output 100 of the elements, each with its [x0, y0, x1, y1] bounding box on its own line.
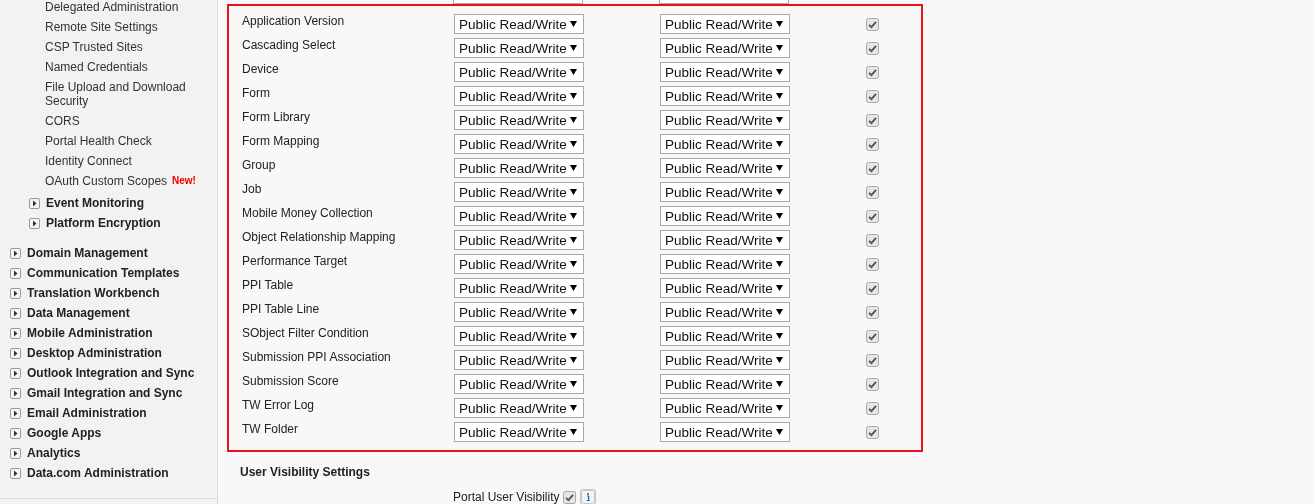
access-select[interactable]: Public Read/Write [660, 110, 790, 130]
expand-icon[interactable] [10, 447, 21, 459]
sidebar-group[interactable]: Desktop Administration [27, 346, 162, 360]
access-select[interactable]: Public Read/Write [660, 326, 790, 346]
access-select[interactable]: Public Read/Write [660, 398, 790, 418]
access-select[interactable]: Public Read/Write [660, 38, 790, 58]
checkbox[interactable] [866, 425, 879, 439]
access-select[interactable]: Public Read/Write [454, 278, 584, 298]
access-select[interactable]: Public Read/Write [660, 158, 790, 178]
checkbox[interactable] [866, 377, 879, 391]
access-select[interactable]: Public Read/Write [660, 350, 790, 370]
access-select[interactable]: Public Read/Write [660, 302, 790, 322]
access-select[interactable]: Public Read/Write [454, 374, 584, 394]
checkbox[interactable] [866, 113, 879, 127]
sidebar-group[interactable]: Event Monitoring [46, 196, 144, 210]
access-select[interactable]: Public Read/Write [454, 302, 584, 322]
expand-icon[interactable] [10, 327, 21, 339]
sidebar-link[interactable]: Delegated Administration [45, 0, 179, 14]
access-select[interactable]: Public Read/Write [454, 110, 584, 130]
expand-icon[interactable] [10, 247, 21, 259]
sidebar-link[interactable]: CSP Trusted Sites [45, 40, 143, 54]
sidebar-group[interactable]: Data.com Administration [27, 466, 169, 480]
expand-icon[interactable] [10, 387, 21, 399]
checkbox[interactable] [866, 17, 879, 31]
access-select[interactable]: Public Read/Write [660, 278, 790, 298]
checkbox[interactable] [866, 185, 879, 199]
access-select[interactable]: Public Read/Write [454, 14, 584, 34]
expand-icon[interactable] [10, 347, 21, 359]
sidebar-group[interactable]: Gmail Integration and Sync [27, 386, 183, 400]
access-select[interactable]: Public Read/Write [454, 422, 584, 442]
expand-icon[interactable] [10, 367, 21, 379]
checkbox[interactable] [866, 233, 879, 247]
sidebar-group[interactable]: Data Management [27, 306, 130, 320]
checkbox[interactable] [866, 65, 879, 79]
object-name: Submission PPI Association [242, 349, 392, 364]
checkbox[interactable] [866, 89, 879, 103]
access-select[interactable]: Public Read/Write [454, 254, 584, 274]
expand-icon[interactable] [10, 267, 21, 279]
checkbox[interactable] [866, 137, 879, 151]
access-select[interactable]: Public Read/Write [454, 182, 584, 202]
sidebar-group[interactable]: Translation Workbench [27, 286, 160, 300]
sidebar-link[interactable]: Identity Connect [45, 154, 132, 168]
expand-icon[interactable] [29, 197, 40, 209]
caret-icon [776, 333, 783, 339]
expand-icon[interactable] [10, 407, 21, 419]
sidebar-group[interactable]: Platform Encryption [46, 216, 161, 230]
access-select[interactable]: Public Read/Write [454, 86, 584, 106]
access-select[interactable]: Public Read/Write [454, 134, 584, 154]
sidebar-group[interactable]: Google Apps [27, 426, 102, 440]
access-select[interactable]: Public Read/Write [660, 86, 790, 106]
sidebar-group[interactable]: Domain Management [27, 246, 148, 260]
caret-icon [776, 69, 783, 75]
object-name: SObject Filter Condition [242, 325, 370, 340]
checkbox[interactable] [866, 209, 879, 223]
sidebar-group[interactable]: Email Administration [27, 406, 147, 420]
sidebar-link[interactable]: CORS [45, 114, 80, 128]
access-select[interactable]: Public Read/Write [454, 230, 584, 250]
access-select[interactable]: Public Read/Write [660, 62, 790, 82]
access-select[interactable]: Public Read/Write [454, 38, 584, 58]
expand-icon[interactable] [10, 427, 21, 439]
checkbox[interactable] [866, 257, 879, 271]
expand-icon[interactable] [10, 467, 21, 479]
info-icon[interactable] [580, 489, 597, 504]
access-select[interactable]: Public Read/Write [660, 206, 790, 226]
object-name: Job [242, 181, 263, 196]
expand-icon[interactable] [10, 287, 21, 299]
sidebar-link[interactable]: File Upload and Download Security [45, 80, 195, 108]
checkbox[interactable] [563, 490, 577, 504]
checkbox[interactable] [866, 305, 879, 319]
sidebar-group[interactable]: Outlook Integration and Sync [27, 366, 195, 380]
access-select[interactable]: Public Read/Write [660, 230, 790, 250]
access-select[interactable]: Public Read/Write [660, 182, 790, 202]
access-select[interactable]: Public Read/Write [454, 398, 584, 418]
caret-icon [570, 45, 577, 51]
checkbox[interactable] [866, 401, 879, 415]
access-select[interactable]: Public Read/Write [660, 374, 790, 394]
expand-icon[interactable] [10, 307, 21, 319]
access-select[interactable]: Public Read/Write [660, 422, 790, 442]
sidebar-link[interactable]: Named Credentials [45, 60, 148, 74]
checkbox[interactable] [866, 329, 879, 343]
access-select[interactable]: Public Read/Write [454, 326, 584, 346]
sidebar-link[interactable]: Remote Site Settings [45, 20, 158, 34]
access-select[interactable]: Public Read/Write [660, 134, 790, 154]
sidebar-link[interactable]: OAuth Custom Scopes [45, 174, 168, 188]
checkbox[interactable] [866, 41, 879, 55]
sidebar-group[interactable]: Communication Templates [27, 266, 180, 280]
checkbox[interactable] [866, 353, 879, 367]
sidebar-link[interactable]: Portal Health Check [45, 134, 152, 148]
access-select[interactable]: Public Read/Write [660, 14, 790, 34]
sidebar-group[interactable]: Mobile Administration [27, 326, 153, 340]
object-name: Group [242, 157, 277, 172]
access-select[interactable]: Public Read/Write [660, 254, 790, 274]
access-select[interactable]: Public Read/Write [454, 206, 584, 226]
access-select[interactable]: Public Read/Write [454, 350, 584, 370]
checkbox[interactable] [866, 161, 879, 175]
access-select[interactable]: Public Read/Write [454, 158, 584, 178]
expand-icon[interactable] [29, 217, 40, 229]
access-select[interactable]: Public Read/Write [454, 62, 584, 82]
sidebar-group[interactable]: Analytics [27, 446, 81, 460]
checkbox[interactable] [866, 281, 879, 295]
